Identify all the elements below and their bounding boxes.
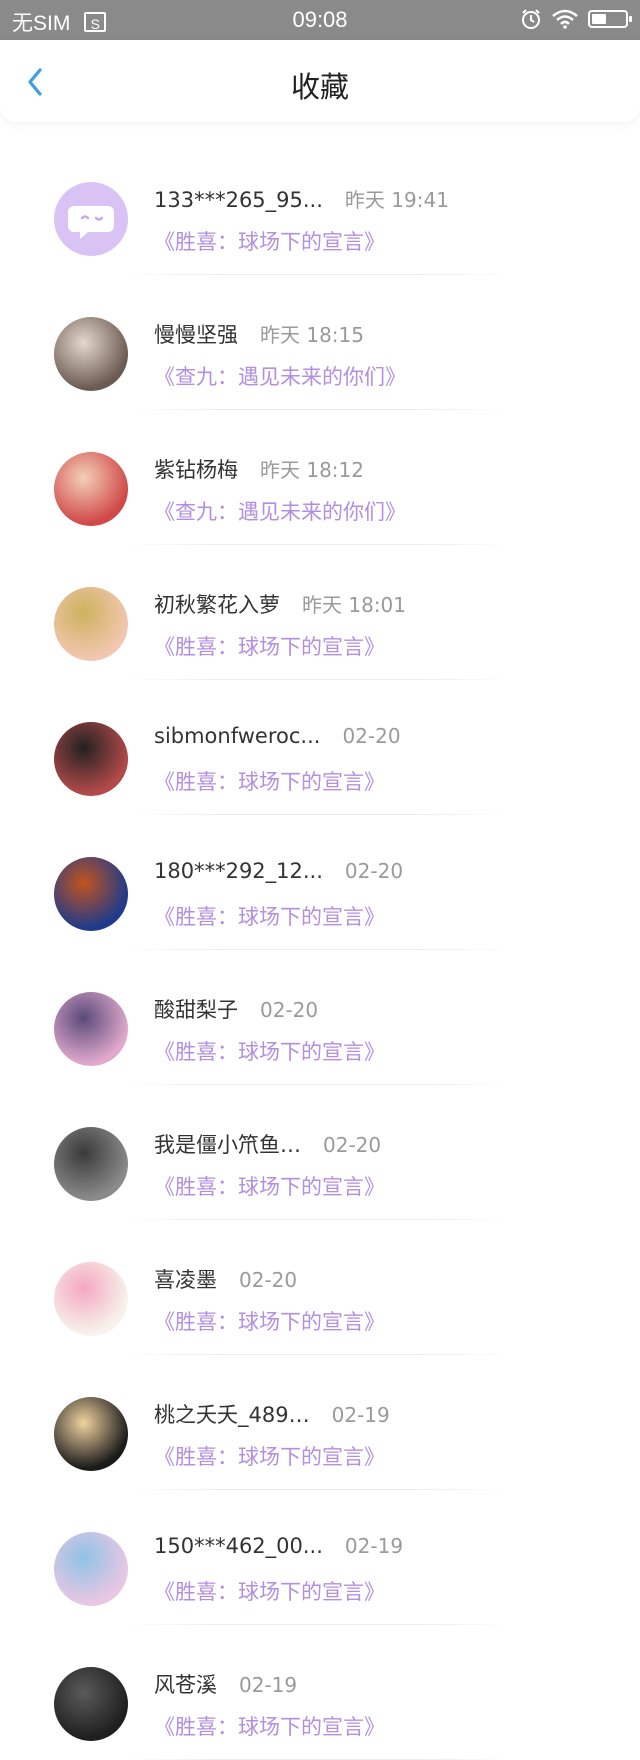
battery-icon <box>588 10 632 28</box>
list-item[interactable]: 桃之夭夭_489… 02-19 《胜喜：球场下的宣言》 <box>0 1355 640 1490</box>
list-item[interactable]: 紫钻杨梅 昨天 18:12 《查九：遇见未来的你们》 <box>0 410 640 545</box>
timestamp: 02-20 <box>344 859 404 883</box>
work-title-link[interactable]: 《胜喜：球场下的宣言》 <box>154 1306 385 1336</box>
user-name: 桃之夭夭_489… 02-19 <box>154 1399 390 1429</box>
list-item[interactable]: 风苍溪 02-19 《胜喜：球场下的宣言》 <box>0 1625 640 1760</box>
page-title: 收藏 <box>290 70 349 104</box>
list-item[interactable]: 初秋繁花入萝 昨天 18:01 《胜喜：球场下的宣言》 <box>0 545 640 680</box>
user-name-text: 初秋繁花入萝 <box>154 593 280 617</box>
status-right <box>520 8 632 30</box>
user-name-text: 风苍溪 <box>154 1673 217 1697</box>
anime-girl-red-avatar[interactable] <box>54 452 128 526</box>
work-title-link[interactable]: 《胜喜：球场下的宣言》 <box>154 631 385 661</box>
user-name-text: 酸甜梨子 <box>154 998 238 1022</box>
abstract-circle-avatar[interactable] <box>54 1532 128 1606</box>
anime-girl-avatar[interactable] <box>54 317 128 391</box>
dark-figure-avatar[interactable] <box>54 1667 128 1741</box>
user-name-text: 紫钻杨梅 <box>154 458 238 482</box>
chat-bubble-avatar-icon[interactable] <box>54 182 128 256</box>
timestamp: 02-20 <box>323 1133 382 1157</box>
user-name: 初秋繁花入萝 昨天 18:01 <box>154 589 406 619</box>
work-title-link[interactable]: 《胜喜：球场下的宣言》 <box>154 1171 385 1201</box>
list-item[interactable]: 133***265_95... 昨天 19:41 《胜喜：球场下的宣言》 <box>0 140 640 275</box>
list-item[interactable]: 喜凌墨 02-20 《胜喜：球场下的宣言》 <box>0 1220 640 1355</box>
user-name-text: 150***462_00... <box>154 1534 323 1558</box>
user-name: sibmonfweroc... 02-20 <box>154 724 401 748</box>
panda-avatar[interactable] <box>54 722 128 796</box>
timestamp: 02-19 <box>344 1534 404 1558</box>
list-item[interactable]: 慢慢坚强 昨天 18:15 《查九：遇见未来的你们》 <box>0 275 640 410</box>
user-name: 喜凌墨 02-20 <box>154 1264 297 1294</box>
user-name-text: 180***292_12... <box>154 859 323 883</box>
user-name-text: 慢慢坚强 <box>154 323 238 347</box>
user-name: 我是僵小笊鱼… 02-20 <box>154 1129 381 1159</box>
list-item[interactable]: 150***462_00... 02-19 《胜喜：球场下的宣言》 <box>0 1490 640 1625</box>
list-item[interactable]: 180***292_12... 02-20 《胜喜：球场下的宣言》 <box>0 815 640 950</box>
work-title-link[interactable]: 《胜喜：球场下的宣言》 <box>154 1576 385 1606</box>
anime-girl-pink-avatar[interactable] <box>54 587 128 661</box>
user-name-text: 133***265_95... <box>154 188 323 212</box>
timestamp: 02-19 <box>239 1673 298 1697</box>
user-name: 150***462_00... 02-19 <box>154 1534 403 1558</box>
status-bar: 无SIM S 09:08 <box>0 0 640 40</box>
work-title-link[interactable]: 《胜喜：球场下的宣言》 <box>154 1036 385 1066</box>
timestamp: 昨天 18:01 <box>302 593 406 617</box>
work-title-link[interactable]: 《胜喜：球场下的宣言》 <box>154 1711 385 1741</box>
header-bar: 收藏 <box>0 40 640 122</box>
favorites-list: 133***265_95... 昨天 19:41 《胜喜：球场下的宣言》 慢慢坚强 昨天… <box>0 140 640 1760</box>
user-name: 133***265_95... 昨天 19:41 <box>154 184 449 213</box>
work-title-link[interactable]: 《胜喜：球场下的宣言》 <box>154 901 385 931</box>
timestamp: 02-20 <box>342 724 401 748</box>
work-title-link[interactable]: 《胜喜：球场下的宣言》 <box>154 1441 385 1471</box>
chat-bubble-icon <box>68 206 114 239</box>
timestamp: 02-20 <box>239 1268 298 1292</box>
work-title-link[interactable]: 《查九：遇见未来的你们》 <box>154 496 406 526</box>
girl-photo-avatar[interactable] <box>54 1127 128 1201</box>
list-item[interactable]: 酸甜梨子 02-20 《胜喜：球场下的宣言》 <box>0 950 640 1085</box>
timestamp: 02-20 <box>260 998 319 1022</box>
work-title-link[interactable]: 《胜喜：球场下的宣言》 <box>154 226 385 256</box>
timestamp: 昨天 19:41 <box>344 188 449 212</box>
anime-blonde-avatar[interactable] <box>54 1397 128 1471</box>
sunset-pier-avatar[interactable] <box>54 992 128 1066</box>
timestamp: 昨天 18:12 <box>260 458 364 482</box>
user-name: 风苍溪 02-19 <box>154 1669 297 1699</box>
timestamp: 02-19 <box>331 1403 390 1427</box>
user-name-text: 我是僵小笊鱼… <box>154 1133 301 1157</box>
user-name-text: 喜凌墨 <box>154 1268 217 1292</box>
timestamp: 昨天 18:15 <box>260 323 364 347</box>
boy-blue-avatar[interactable] <box>54 857 128 931</box>
work-title-link[interactable]: 《查九：遇见未来的你们》 <box>154 361 406 391</box>
user-name-text: sibmonfweroc... <box>154 724 321 748</box>
alarm-icon <box>522 9 540 29</box>
user-name: 慢慢坚强 昨天 18:15 <box>154 319 364 349</box>
user-name-text: 桃之夭夭_489… <box>154 1403 310 1427</box>
user-name: 180***292_12... 02-20 <box>154 859 403 883</box>
wifi-icon <box>552 9 578 29</box>
list-item[interactable]: 我是僵小笊鱼… 02-20 《胜喜：球场下的宣言》 <box>0 1085 640 1220</box>
user-name: 紫钻杨梅 昨天 18:12 <box>154 454 364 484</box>
sheep-avatar[interactable] <box>54 1262 128 1336</box>
user-name: 酸甜梨子 02-20 <box>154 994 318 1024</box>
work-title-link[interactable]: 《胜喜：球场下的宣言》 <box>154 766 385 796</box>
list-item[interactable]: sibmonfweroc... 02-20 《胜喜：球场下的宣言》 <box>0 680 640 815</box>
